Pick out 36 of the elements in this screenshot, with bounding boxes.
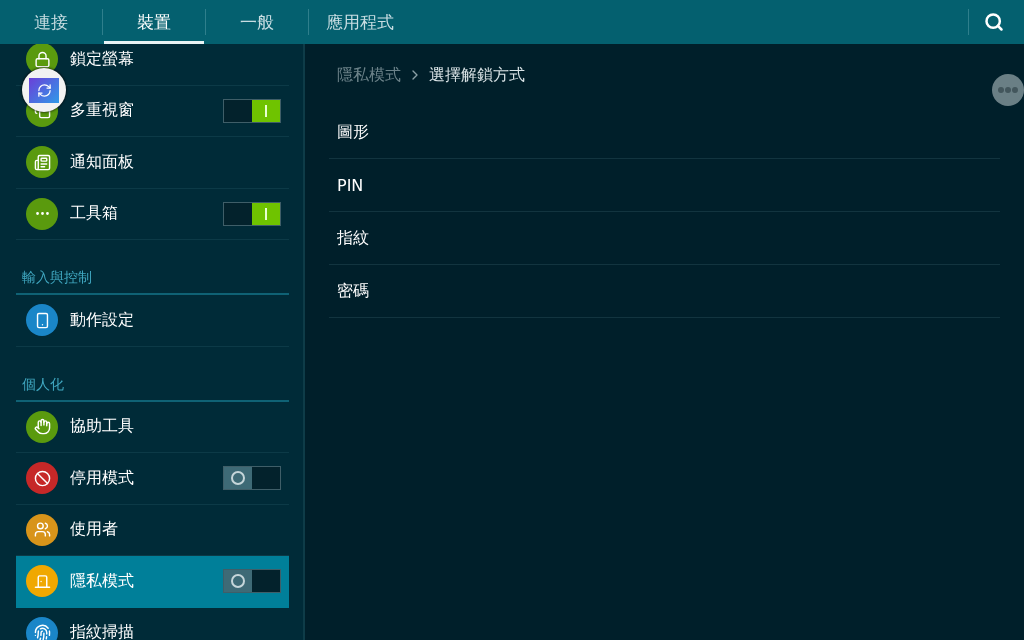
section-header: 輸入與控制 xyxy=(16,250,289,295)
tab[interactable]: 一般 xyxy=(207,0,307,44)
item-label: 工具箱 xyxy=(70,203,119,225)
section-header: 個人化 xyxy=(16,356,289,402)
item-label: 使用者 xyxy=(70,519,119,541)
breadcrumb-link[interactable]: 隱私模式 xyxy=(337,64,401,86)
sidebar-item[interactable]: 通知面板 xyxy=(16,137,289,189)
sidebar-item[interactable]: 停用模式 xyxy=(16,453,289,505)
sidebar-item[interactable]: 工具箱 xyxy=(16,188,289,240)
toggle-switch[interactable] xyxy=(223,98,281,123)
item-label: 通知面板 xyxy=(70,151,135,173)
tab[interactable]: 應用程式 xyxy=(310,0,410,44)
sidebar-item[interactable]: 隱私模式 xyxy=(16,556,289,608)
dots-icon xyxy=(998,87,1018,93)
sidebar-item[interactable]: 協助工具 xyxy=(16,401,289,453)
toggle-switch[interactable] xyxy=(223,201,281,226)
item-label: 動作設定 xyxy=(70,309,135,331)
sidebar-item[interactable]: 指紋掃描 xyxy=(16,607,289,640)
option-item[interactable]: 密碼 xyxy=(329,265,1000,318)
item-label: 隱私模式 xyxy=(70,570,135,592)
toggle-switch[interactable] xyxy=(223,466,281,491)
option-item[interactable]: PIN xyxy=(329,159,1000,212)
more-button[interactable] xyxy=(992,74,1024,106)
sidebar-item[interactable]: 動作設定 xyxy=(16,295,289,347)
item-label: 鎖定螢幕 xyxy=(70,48,135,70)
tab[interactable]: 連接 xyxy=(1,0,101,44)
breadcrumb-current: 選擇解鎖方式 xyxy=(429,64,525,86)
item-label: 停用模式 xyxy=(70,467,135,489)
search-icon xyxy=(983,12,1004,32)
toggle-switch[interactable] xyxy=(223,569,281,594)
item-label: 協助工具 xyxy=(70,416,135,438)
option-item[interactable]: 指紋 xyxy=(329,212,1000,265)
refresh-icon xyxy=(36,82,52,98)
item-label: 指紋掃描 xyxy=(70,622,135,640)
item-label: 多重視窗 xyxy=(70,100,135,122)
option-item[interactable]: 圖形 xyxy=(329,106,1000,159)
